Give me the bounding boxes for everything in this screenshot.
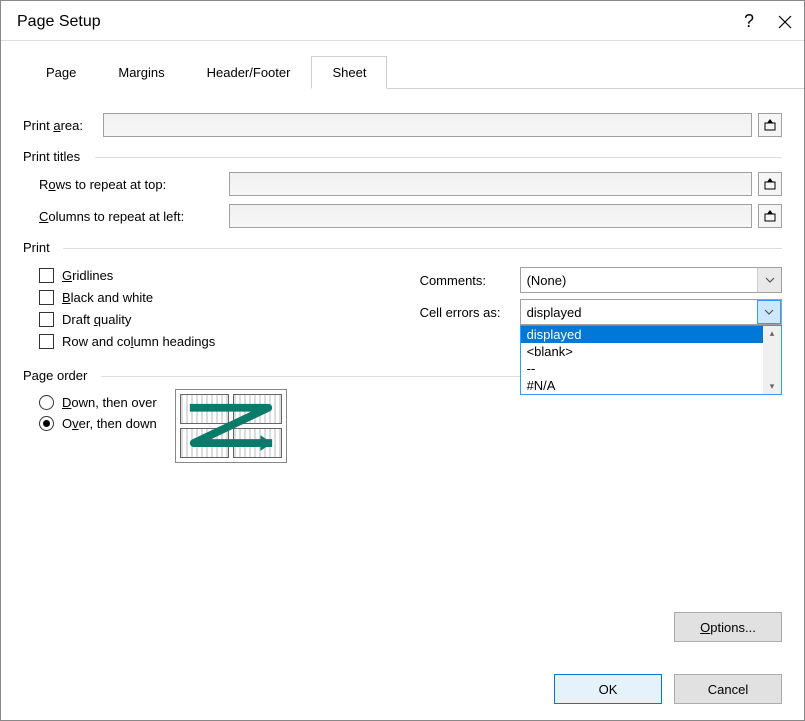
print-legend: Print [23, 240, 58, 255]
print-area-input[interactable] [103, 113, 752, 137]
dialog-title: Page Setup [17, 13, 101, 31]
down-then-over-label: Down, then over [62, 395, 157, 410]
dropdown-scrollbar[interactable]: ▴▾ [763, 326, 781, 394]
title-bar: Page Setup ? [1, 1, 804, 41]
black-white-label: Black and white [62, 290, 153, 305]
option-blank[interactable]: <blank> [521, 343, 763, 360]
ok-button[interactable]: OK [554, 674, 662, 704]
cols-repeat-input[interactable] [229, 204, 752, 228]
comments-value: (None) [527, 273, 567, 288]
chevron-down-icon [757, 300, 781, 324]
page-order-legend: Page order [23, 368, 95, 383]
cols-repeat-label: Columns to repeat at left: [39, 209, 229, 224]
errors-label: Cell errors as: [420, 305, 520, 320]
rows-repeat-label: Rows to repeat at top: [39, 177, 229, 192]
headings-checkbox[interactable] [39, 334, 54, 349]
help-icon[interactable]: ? [744, 11, 754, 32]
print-titles-legend: Print titles [23, 149, 88, 164]
options-button[interactable]: Options... [674, 612, 782, 642]
cell-errors-value: displayed [527, 305, 582, 320]
cell-errors-dropdown: displayed <blank> -- #N/A ▴▾ [520, 325, 782, 395]
down-then-over-radio[interactable] [39, 395, 54, 410]
option-dashes[interactable]: -- [521, 360, 763, 377]
draft-quality-checkbox[interactable] [39, 312, 54, 327]
comments-label: Comments: [420, 273, 520, 288]
rows-repeat-input[interactable] [229, 172, 752, 196]
draft-quality-label: Draft quality [62, 312, 131, 327]
tab-strip: Page Margins Header/Footer Sheet [25, 55, 804, 89]
print-area-label: Print area: [23, 118, 103, 133]
option-na[interactable]: #N/A [521, 377, 763, 394]
cancel-button[interactable]: Cancel [674, 674, 782, 704]
close-icon[interactable] [778, 15, 792, 29]
tab-sheet[interactable]: Sheet [311, 56, 387, 89]
sheet-panel: Print area: Print titles Rows to repeat … [1, 89, 804, 463]
tab-page[interactable]: Page [25, 56, 97, 89]
gridlines-label: Gridlines [62, 268, 113, 283]
tab-margins[interactable]: Margins [97, 56, 185, 89]
rows-repeat-range-icon[interactable] [758, 172, 782, 196]
cols-repeat-range-icon[interactable] [758, 204, 782, 228]
comments-select[interactable]: (None) [520, 267, 782, 293]
tab-header-footer[interactable]: Header/Footer [186, 56, 312, 89]
chevron-down-icon [757, 268, 781, 292]
page-order-preview [175, 389, 287, 463]
cell-errors-select[interactable]: displayed displayed <blank> -- #N/A ▴▾ [520, 299, 782, 325]
over-then-down-label: Over, then down [62, 416, 157, 431]
print-area-range-icon[interactable] [758, 113, 782, 137]
over-then-down-radio[interactable] [39, 416, 54, 431]
option-displayed[interactable]: displayed [521, 326, 763, 343]
gridlines-checkbox[interactable] [39, 268, 54, 283]
black-white-checkbox[interactable] [39, 290, 54, 305]
headings-label: Row and column headings [62, 334, 215, 349]
